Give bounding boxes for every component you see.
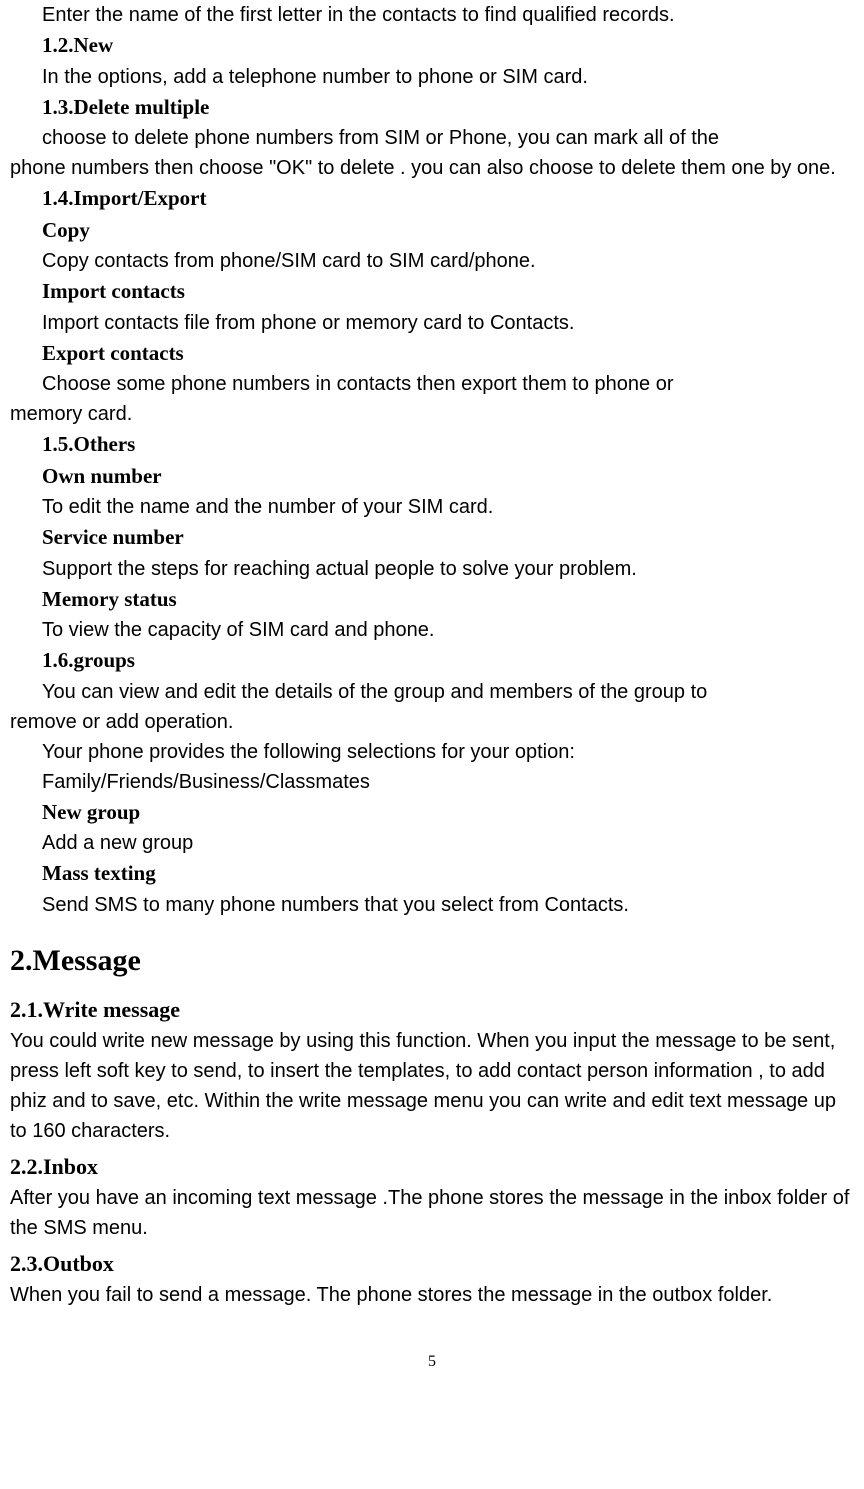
- body-text: After you have an incoming text message …: [10, 1183, 854, 1243]
- heading-2-2: 2.2.Inbox: [10, 1150, 854, 1183]
- body-text: Support the steps for reaching actual pe…: [10, 554, 854, 584]
- body-text: Your phone provides the following select…: [10, 737, 854, 767]
- body-text: Choose some phone numbers in contacts th…: [10, 369, 854, 399]
- heading-1-5: 1.5.Others: [10, 429, 854, 461]
- body-text: Import contacts file from phone or memor…: [10, 308, 854, 338]
- heading-service-number: Service number: [10, 522, 854, 554]
- body-text: You can view and edit the details of the…: [10, 677, 854, 707]
- body-text: Enter the name of the first letter in th…: [10, 0, 854, 30]
- body-text: To view the capacity of SIM card and pho…: [10, 615, 854, 645]
- heading-own-number: Own number: [10, 461, 854, 493]
- heading-import-contacts: Import contacts: [10, 276, 854, 308]
- body-text: phone numbers then choose "OK" to delete…: [10, 153, 854, 183]
- heading-2-3: 2.3.Outbox: [10, 1247, 854, 1280]
- page-number: 5: [10, 1350, 854, 1374]
- body-text: remove or add operation.: [10, 707, 854, 737]
- body-text: Send SMS to many phone numbers that you …: [10, 890, 854, 920]
- heading-2-message: 2.Message: [10, 938, 854, 983]
- heading-new-group: New group: [10, 797, 854, 829]
- heading-1-4: 1.4.Import/Export: [10, 183, 854, 215]
- heading-mass-texting: Mass texting: [10, 858, 854, 890]
- heading-1-6: 1.6.groups: [10, 645, 854, 677]
- document-page: Enter the name of the first letter in th…: [0, 0, 864, 1434]
- heading-1-2: 1.2.New: [10, 30, 854, 62]
- heading-copy: Copy: [10, 215, 854, 247]
- heading-export-contacts: Export contacts: [10, 338, 854, 370]
- body-text: choose to delete phone numbers from SIM …: [10, 123, 854, 153]
- heading-memory-status: Memory status: [10, 584, 854, 616]
- body-text: Family/Friends/Business/Classmates: [10, 767, 854, 797]
- body-text: To edit the name and the number of your …: [10, 492, 854, 522]
- body-text: You could write new message by using thi…: [10, 1026, 854, 1146]
- heading-1-3: 1.3.Delete multiple: [10, 92, 854, 124]
- heading-2-1: 2.1.Write message: [10, 993, 854, 1026]
- body-text: Copy contacts from phone/SIM card to SIM…: [10, 246, 854, 276]
- body-text: In the options, add a telephone number t…: [10, 62, 854, 92]
- body-text: Add a new group: [10, 828, 854, 858]
- body-text: memory card.: [10, 399, 854, 429]
- body-text: When you fail to send a message. The pho…: [10, 1280, 854, 1310]
